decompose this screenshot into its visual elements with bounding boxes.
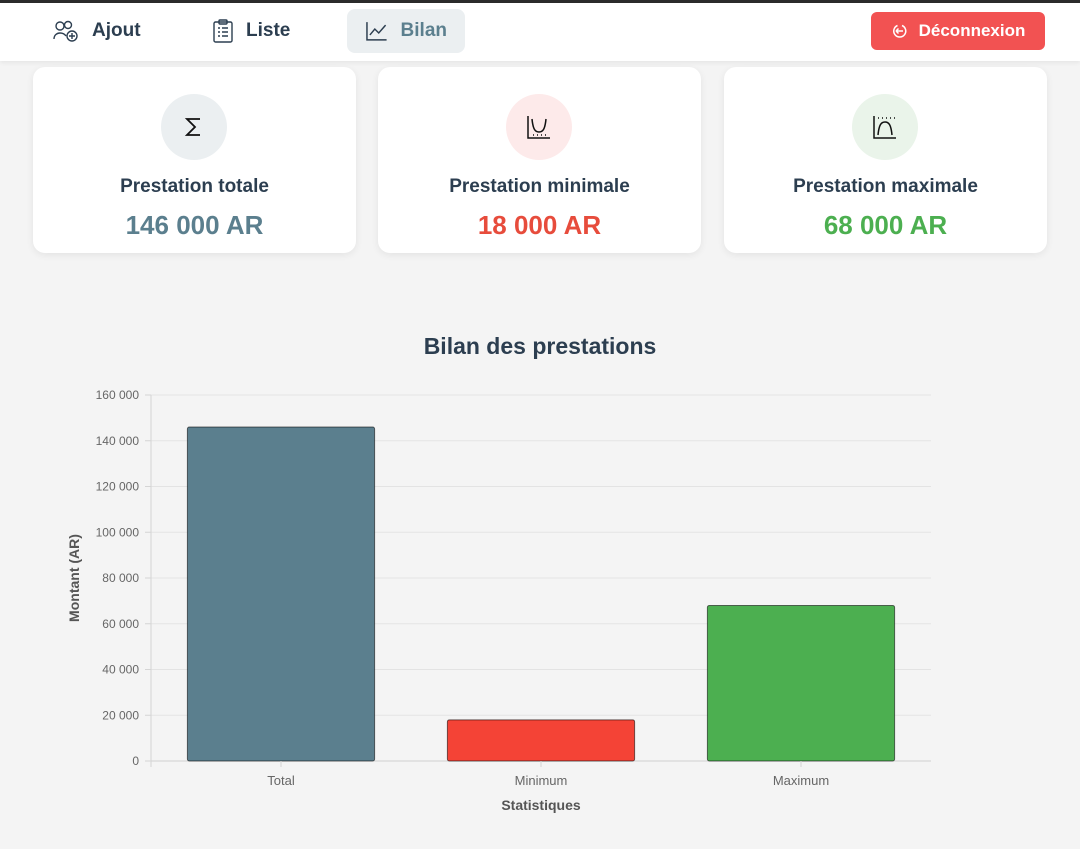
card-total: Prestation totale 146 000 AR: [33, 67, 356, 253]
y-tick-label: 20 000: [102, 708, 139, 722]
y-tick-label: 140 000: [96, 434, 140, 448]
navbar: Ajout Liste Bilan Déconnexion: [0, 3, 1080, 61]
chart-line-icon: [366, 22, 387, 41]
y-axis-title: Montant (AR): [66, 534, 82, 622]
card-minimum: Prestation minimale 18 000 AR: [378, 67, 701, 253]
nav-label-ajout: Ajout: [92, 20, 141, 41]
bar-maximum: [706, 604, 896, 762]
card-icon-circle: [161, 94, 227, 160]
y-tick-label: 160 000: [96, 388, 140, 402]
logout-label: Déconnexion: [918, 21, 1026, 40]
sigma-icon: [184, 118, 200, 136]
users-add-icon: [53, 20, 78, 42]
card-title: Prestation minimale: [449, 176, 630, 197]
chart-max-icon: [873, 116, 896, 139]
chart-title: Bilan des prestations: [423, 333, 657, 359]
y-tick-label: 40 000: [102, 663, 139, 677]
y-tick-label: 100 000: [96, 525, 140, 539]
clipboard-list-icon: [213, 19, 233, 43]
x-axis-title: Statistiques: [501, 797, 581, 813]
card-title: Prestation maximale: [793, 176, 978, 197]
nav-label-bilan: Bilan: [400, 20, 447, 41]
logout-button[interactable]: Déconnexion: [871, 12, 1045, 50]
bar-total: [186, 426, 376, 762]
bar-minimum: [446, 719, 636, 762]
x-tick-label: Maximum: [773, 773, 829, 788]
y-tick-label: 0: [132, 754, 139, 768]
card-value: 146 000 AR: [125, 210, 264, 240]
card-icon-circle: [506, 94, 572, 160]
nav-item-bilan[interactable]: Bilan: [347, 9, 465, 53]
y-tick-label: 60 000: [102, 617, 139, 631]
x-tick-label: Minimum: [515, 773, 568, 788]
card-value: 18 000 AR: [477, 210, 602, 240]
y-tick-label: 120 000: [96, 480, 140, 494]
x-tick-label: Total: [267, 773, 295, 788]
logout-icon: [892, 24, 907, 38]
card-title: Prestation totale: [120, 176, 269, 197]
card-value: 68 000 AR: [823, 210, 948, 240]
chart-min-icon: [527, 116, 550, 139]
nav-label-liste: Liste: [246, 20, 291, 41]
card-icon-circle: [852, 94, 918, 160]
card-maximum: Prestation maximale 68 000 AR: [724, 67, 1047, 253]
nav-item-ajout[interactable]: Ajout: [34, 9, 159, 53]
y-tick-label: 80 000: [102, 571, 139, 585]
nav-item-liste[interactable]: Liste: [194, 9, 308, 53]
bar-chart: 0 20 000 40 000 60 000 80 000 100 000 120 000 1…: [66, 388, 931, 813]
